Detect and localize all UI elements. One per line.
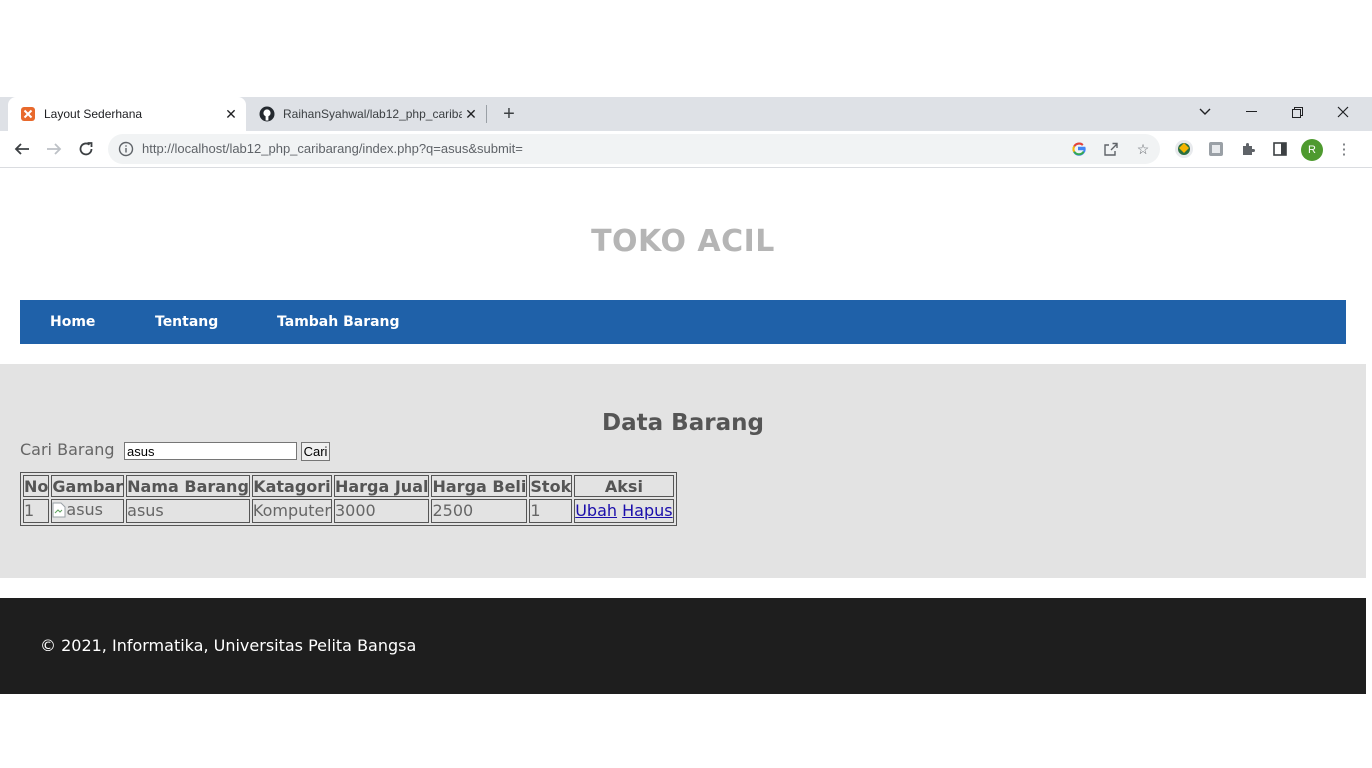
column-header: Aksi: [574, 475, 674, 497]
cell-harga-jual: 3000: [333, 499, 430, 523]
content-area: Data Barang Cari Barang Cari No Gambar N…: [0, 364, 1366, 578]
column-header: Gambar: [51, 475, 125, 497]
ubah-link[interactable]: Ubah: [575, 501, 617, 520]
cell-harga-beli: 2500: [431, 499, 528, 523]
nav-tentang[interactable]: Tentang: [155, 300, 218, 344]
cell-kategori: Komputer: [251, 499, 332, 523]
cell-gambar: asus: [51, 499, 125, 523]
cell-aksi: Ubah Hapus: [574, 499, 674, 523]
page-heading: Data Barang: [602, 410, 764, 436]
footer-text: © 2021, Informatika, Universitas Pelita …: [40, 636, 417, 655]
blank-area: [0, 0, 1372, 97]
main-nav: Home Tentang Tambah Barang: [20, 300, 1346, 344]
github-icon: [259, 106, 275, 122]
column-header: Katagori: [251, 475, 332, 497]
info-icon[interactable]: [118, 141, 134, 157]
extension-globe-icon[interactable]: [1173, 138, 1195, 160]
column-header: Nama Barang: [126, 475, 250, 497]
reload-icon[interactable]: [73, 136, 99, 162]
new-tab-icon[interactable]: +: [499, 104, 519, 124]
restore-icon[interactable]: [1277, 99, 1317, 125]
column-header: Stok: [529, 475, 573, 497]
column-header: Harga Jual: [333, 475, 430, 497]
column-header: Harga Beli: [431, 475, 528, 497]
extension-image-icon[interactable]: [1205, 138, 1227, 160]
tab-title: RaihanSyahwal/lab12_php_caribarang: [283, 107, 462, 121]
minimize-icon[interactable]: [1231, 99, 1271, 125]
share-icon[interactable]: [1103, 141, 1119, 157]
tab-github[interactable]: RaihanSyahwal/lab12_php_caribarang ✕: [250, 97, 486, 131]
nav-tambah-barang[interactable]: Tambah Barang: [277, 300, 400, 344]
tab-strip: Layout Sederhana ✕ RaihanSyahwal/lab12_p…: [0, 97, 1372, 131]
url-path: /lab12_php_caribarang/index.php?q=asus&s…: [225, 141, 523, 156]
data-table: No Gambar Nama Barang Katagori Harga Jua…: [20, 472, 677, 526]
nav-home[interactable]: Home: [50, 300, 95, 344]
profile-avatar[interactable]: R: [1301, 139, 1323, 161]
window-close-icon[interactable]: [1323, 99, 1363, 125]
menu-kebab-icon[interactable]: ⋮: [1333, 138, 1355, 160]
google-icon[interactable]: [1071, 141, 1087, 157]
forward-icon[interactable]: [41, 136, 67, 162]
url-host: http://localhost: [142, 141, 226, 156]
side-panel-icon[interactable]: [1269, 138, 1291, 160]
bookmark-star-icon[interactable]: ☆: [1135, 141, 1151, 157]
cell-no: 1: [23, 499, 50, 523]
extensions-puzzle-icon[interactable]: [1237, 138, 1259, 160]
search-input[interactable]: [124, 442, 297, 460]
footer: © 2021, Informatika, Universitas Pelita …: [0, 598, 1366, 694]
table-header-row: No Gambar Nama Barang Katagori Harga Jua…: [23, 475, 674, 497]
tab-search-chevron-icon[interactable]: [1185, 99, 1225, 125]
search-label: Cari Barang: [20, 440, 115, 459]
web-page: TOKO ACIL Home Tentang Tambah Barang Dat…: [0, 168, 1372, 768]
address-bar[interactable]: http://localhost/lab12_php_caribarang/in…: [108, 134, 1160, 164]
close-icon[interactable]: ✕: [222, 105, 240, 123]
hapus-link[interactable]: Hapus: [622, 501, 672, 520]
browser-toolbar: http://localhost/lab12_php_caribarang/in…: [0, 131, 1372, 168]
tab-title: Layout Sederhana: [44, 107, 143, 121]
tab-separator: [486, 105, 487, 123]
table-row: 1 asus asus Komputer 3000 2500 1 Ubah Ha…: [23, 499, 674, 523]
xampp-icon: [20, 106, 36, 122]
search-button[interactable]: Cari: [301, 442, 330, 461]
site-title: TOKO ACIL: [591, 224, 775, 259]
url-text[interactable]: http://localhost/lab12_php_caribarang/in…: [142, 141, 523, 156]
column-header: No: [23, 475, 50, 497]
tab-layout-sederhana[interactable]: Layout Sederhana ✕: [8, 97, 246, 131]
cell-nama: asus: [126, 499, 250, 523]
cell-stok: 1: [529, 499, 573, 523]
broken-image-icon: asus: [52, 500, 103, 519]
image-alt-text: asus: [66, 500, 104, 519]
close-icon[interactable]: ✕: [462, 105, 480, 123]
back-icon[interactable]: [9, 136, 35, 162]
